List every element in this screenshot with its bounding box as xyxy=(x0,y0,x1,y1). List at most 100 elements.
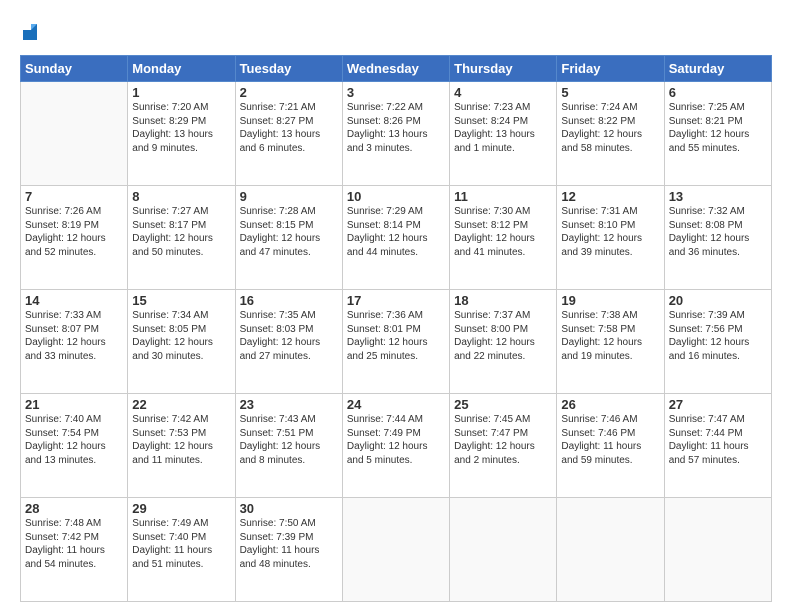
calendar-cell: 22Sunrise: 7:42 AMSunset: 7:53 PMDayligh… xyxy=(128,394,235,498)
weekday-header-wednesday: Wednesday xyxy=(342,56,449,82)
day-number: 27 xyxy=(669,397,767,412)
day-info: Sunrise: 7:32 AMSunset: 8:08 PMDaylight:… xyxy=(669,205,767,259)
day-info: Sunrise: 7:47 AMSunset: 7:44 PMDaylight:… xyxy=(669,413,767,467)
day-info: Sunrise: 7:24 AMSunset: 8:22 PMDaylight:… xyxy=(561,101,659,155)
day-number: 12 xyxy=(561,189,659,204)
day-info: Sunrise: 7:45 AMSunset: 7:47 PMDaylight:… xyxy=(454,413,552,467)
day-info: Sunrise: 7:25 AMSunset: 8:21 PMDaylight:… xyxy=(669,101,767,155)
day-info: Sunrise: 7:33 AMSunset: 8:07 PMDaylight:… xyxy=(25,309,123,363)
day-number: 24 xyxy=(347,397,445,412)
calendar-cell: 30Sunrise: 7:50 AMSunset: 7:39 PMDayligh… xyxy=(235,498,342,602)
day-info: Sunrise: 7:42 AMSunset: 7:53 PMDaylight:… xyxy=(132,413,230,467)
calendar-cell: 12Sunrise: 7:31 AMSunset: 8:10 PMDayligh… xyxy=(557,186,664,290)
calendar-cell: 4Sunrise: 7:23 AMSunset: 8:24 PMDaylight… xyxy=(450,82,557,186)
day-info: Sunrise: 7:50 AMSunset: 7:39 PMDaylight:… xyxy=(240,517,338,571)
day-info: Sunrise: 7:35 AMSunset: 8:03 PMDaylight:… xyxy=(240,309,338,363)
calendar-cell: 1Sunrise: 7:20 AMSunset: 8:29 PMDaylight… xyxy=(128,82,235,186)
header xyxy=(20,18,772,45)
day-number: 7 xyxy=(25,189,123,204)
day-number: 13 xyxy=(669,189,767,204)
weekday-header-saturday: Saturday xyxy=(664,56,771,82)
day-info: Sunrise: 7:37 AMSunset: 8:00 PMDaylight:… xyxy=(454,309,552,363)
day-number: 10 xyxy=(347,189,445,204)
calendar-cell xyxy=(450,498,557,602)
calendar-cell: 25Sunrise: 7:45 AMSunset: 7:47 PMDayligh… xyxy=(450,394,557,498)
day-info: Sunrise: 7:28 AMSunset: 8:15 PMDaylight:… xyxy=(240,205,338,259)
calendar-cell: 7Sunrise: 7:26 AMSunset: 8:19 PMDaylight… xyxy=(21,186,128,290)
calendar-cell: 29Sunrise: 7:49 AMSunset: 7:40 PMDayligh… xyxy=(128,498,235,602)
day-number: 17 xyxy=(347,293,445,308)
weekday-header-tuesday: Tuesday xyxy=(235,56,342,82)
day-number: 4 xyxy=(454,85,552,100)
week-row-3: 14Sunrise: 7:33 AMSunset: 8:07 PMDayligh… xyxy=(21,290,772,394)
calendar-cell: 6Sunrise: 7:25 AMSunset: 8:21 PMDaylight… xyxy=(664,82,771,186)
day-number: 2 xyxy=(240,85,338,100)
day-number: 19 xyxy=(561,293,659,308)
day-info: Sunrise: 7:44 AMSunset: 7:49 PMDaylight:… xyxy=(347,413,445,467)
weekday-header-sunday: Sunday xyxy=(21,56,128,82)
day-number: 18 xyxy=(454,293,552,308)
calendar-cell: 2Sunrise: 7:21 AMSunset: 8:27 PMDaylight… xyxy=(235,82,342,186)
calendar-cell: 5Sunrise: 7:24 AMSunset: 8:22 PMDaylight… xyxy=(557,82,664,186)
day-info: Sunrise: 7:27 AMSunset: 8:17 PMDaylight:… xyxy=(132,205,230,259)
day-number: 14 xyxy=(25,293,123,308)
day-info: Sunrise: 7:22 AMSunset: 8:26 PMDaylight:… xyxy=(347,101,445,155)
day-number: 8 xyxy=(132,189,230,204)
day-number: 21 xyxy=(25,397,123,412)
day-number: 3 xyxy=(347,85,445,100)
week-row-5: 28Sunrise: 7:48 AMSunset: 7:42 PMDayligh… xyxy=(21,498,772,602)
page: SundayMondayTuesdayWednesdayThursdayFrid… xyxy=(0,0,792,612)
day-number: 6 xyxy=(669,85,767,100)
day-info: Sunrise: 7:49 AMSunset: 7:40 PMDaylight:… xyxy=(132,517,230,571)
weekday-header-row: SundayMondayTuesdayWednesdayThursdayFrid… xyxy=(21,56,772,82)
weekday-header-thursday: Thursday xyxy=(450,56,557,82)
calendar-cell: 21Sunrise: 7:40 AMSunset: 7:54 PMDayligh… xyxy=(21,394,128,498)
calendar-cell xyxy=(21,82,128,186)
day-number: 29 xyxy=(132,501,230,516)
logo-icon xyxy=(21,20,39,42)
calendar-cell: 18Sunrise: 7:37 AMSunset: 8:00 PMDayligh… xyxy=(450,290,557,394)
calendar-cell: 20Sunrise: 7:39 AMSunset: 7:56 PMDayligh… xyxy=(664,290,771,394)
day-info: Sunrise: 7:26 AMSunset: 8:19 PMDaylight:… xyxy=(25,205,123,259)
calendar-cell xyxy=(342,498,449,602)
day-info: Sunrise: 7:30 AMSunset: 8:12 PMDaylight:… xyxy=(454,205,552,259)
calendar-cell: 28Sunrise: 7:48 AMSunset: 7:42 PMDayligh… xyxy=(21,498,128,602)
calendar-cell: 17Sunrise: 7:36 AMSunset: 8:01 PMDayligh… xyxy=(342,290,449,394)
day-number: 11 xyxy=(454,189,552,204)
calendar-cell: 24Sunrise: 7:44 AMSunset: 7:49 PMDayligh… xyxy=(342,394,449,498)
calendar-cell: 3Sunrise: 7:22 AMSunset: 8:26 PMDaylight… xyxy=(342,82,449,186)
day-number: 25 xyxy=(454,397,552,412)
weekday-header-friday: Friday xyxy=(557,56,664,82)
day-info: Sunrise: 7:38 AMSunset: 7:58 PMDaylight:… xyxy=(561,309,659,363)
day-info: Sunrise: 7:48 AMSunset: 7:42 PMDaylight:… xyxy=(25,517,123,571)
calendar-cell: 8Sunrise: 7:27 AMSunset: 8:17 PMDaylight… xyxy=(128,186,235,290)
day-number: 26 xyxy=(561,397,659,412)
logo xyxy=(20,18,39,45)
day-info: Sunrise: 7:46 AMSunset: 7:46 PMDaylight:… xyxy=(561,413,659,467)
day-number: 9 xyxy=(240,189,338,204)
calendar-cell: 9Sunrise: 7:28 AMSunset: 8:15 PMDaylight… xyxy=(235,186,342,290)
day-info: Sunrise: 7:23 AMSunset: 8:24 PMDaylight:… xyxy=(454,101,552,155)
day-number: 5 xyxy=(561,85,659,100)
calendar-cell: 14Sunrise: 7:33 AMSunset: 8:07 PMDayligh… xyxy=(21,290,128,394)
day-number: 22 xyxy=(132,397,230,412)
day-info: Sunrise: 7:40 AMSunset: 7:54 PMDaylight:… xyxy=(25,413,123,467)
calendar-cell: 11Sunrise: 7:30 AMSunset: 8:12 PMDayligh… xyxy=(450,186,557,290)
calendar-cell: 16Sunrise: 7:35 AMSunset: 8:03 PMDayligh… xyxy=(235,290,342,394)
day-number: 15 xyxy=(132,293,230,308)
calendar-table: SundayMondayTuesdayWednesdayThursdayFrid… xyxy=(20,55,772,602)
calendar-cell: 19Sunrise: 7:38 AMSunset: 7:58 PMDayligh… xyxy=(557,290,664,394)
calendar-cell: 27Sunrise: 7:47 AMSunset: 7:44 PMDayligh… xyxy=(664,394,771,498)
calendar-cell: 15Sunrise: 7:34 AMSunset: 8:05 PMDayligh… xyxy=(128,290,235,394)
day-info: Sunrise: 7:36 AMSunset: 8:01 PMDaylight:… xyxy=(347,309,445,363)
logo-text xyxy=(20,18,39,45)
week-row-4: 21Sunrise: 7:40 AMSunset: 7:54 PMDayligh… xyxy=(21,394,772,498)
day-info: Sunrise: 7:39 AMSunset: 7:56 PMDaylight:… xyxy=(669,309,767,363)
calendar-cell xyxy=(664,498,771,602)
day-info: Sunrise: 7:31 AMSunset: 8:10 PMDaylight:… xyxy=(561,205,659,259)
day-number: 30 xyxy=(240,501,338,516)
day-info: Sunrise: 7:20 AMSunset: 8:29 PMDaylight:… xyxy=(132,101,230,155)
day-info: Sunrise: 7:43 AMSunset: 7:51 PMDaylight:… xyxy=(240,413,338,467)
calendar-cell: 10Sunrise: 7:29 AMSunset: 8:14 PMDayligh… xyxy=(342,186,449,290)
day-number: 28 xyxy=(25,501,123,516)
